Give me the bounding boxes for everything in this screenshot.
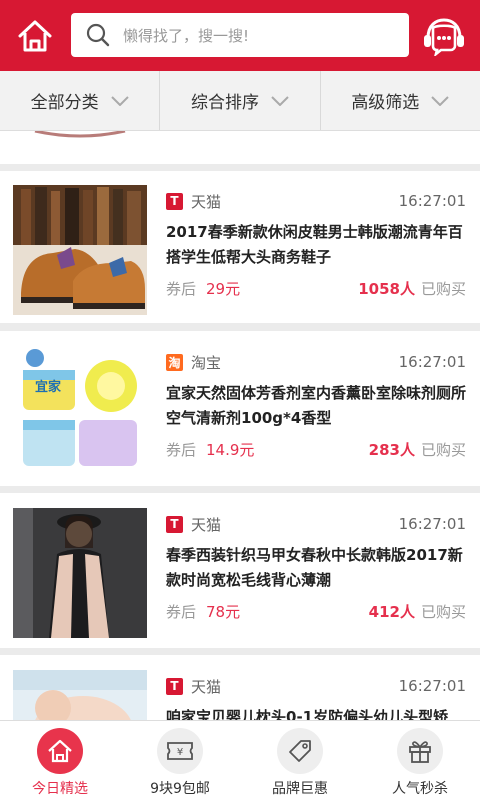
chevron-down-icon — [271, 95, 289, 106]
product-title[interactable]: 咱家宝贝婴儿枕头0-1岁防偏头幼儿头型矫 — [166, 705, 466, 720]
after-coupon-label: 券后 — [166, 279, 197, 298]
filter-bar: 全部分类 综合排序 高级筛选 — [0, 71, 480, 131]
filter-category-label: 全部分类 — [30, 93, 99, 113]
product-info: T 天猫 16:27:01 2017春季新款休闲皮鞋男士韩版潮流青年百搭学生低帮… — [166, 190, 466, 302]
buyer-count: 283人 — [368, 440, 415, 459]
timestamp: 16:27:01 — [398, 677, 466, 695]
list-item[interactable]: T 天猫 16:27:01 春季西装针织马甲女春秋中长款韩版2017新款时尚宽松… — [0, 493, 480, 648]
product-image-partial — [34, 131, 126, 138]
tmall-icon: T — [166, 192, 183, 210]
ticket-icon: ¥ — [167, 742, 193, 760]
filter-advanced-label: 高级筛选 — [351, 93, 420, 113]
product-info: T 天猫 16:27:01 咱家宝贝婴儿枕头0-1岁防偏头幼儿头型矫 — [166, 675, 466, 720]
tab-flash-sale[interactable]: 人气秒杀 — [360, 721, 480, 800]
search-input[interactable]: 懒得找了，搜一搜! — [123, 25, 249, 46]
product-title[interactable]: 宜家天然固体芳香剂室内香薰卧室除味剂厕所空气清新剂100g*4香型 — [166, 381, 466, 431]
product-image-brand: 宜家 — [35, 380, 62, 395]
product-image: 宜家 — [13, 346, 147, 476]
tab-label: 今日精选 — [32, 781, 88, 797]
tab-today-picks[interactable]: 今日精选 — [0, 721, 120, 800]
home-icon — [18, 20, 52, 52]
list-item[interactable]: T 天猫 16:27:01 2017春季新款休闲皮鞋男士韩版潮流青年百搭学生低帮… — [0, 171, 480, 323]
chevron-down-icon — [110, 95, 129, 106]
price: 14.9元 — [206, 440, 255, 459]
search-icon — [86, 23, 110, 47]
product-image — [13, 185, 147, 315]
price: 78元 — [206, 602, 241, 621]
timestamp: 16:27:01 — [398, 192, 466, 210]
tag-icon — [289, 740, 311, 762]
tab-label: 9块9包邮 — [150, 781, 210, 797]
tab-brand-deals[interactable]: 品牌巨惠 — [240, 721, 360, 800]
bought-label: 已购买 — [420, 279, 466, 298]
shop-name: 淘宝 — [191, 353, 222, 372]
product-image — [13, 508, 147, 638]
home-button[interactable] — [14, 16, 56, 56]
price: 29元 — [206, 279, 241, 298]
list-item[interactable]: T 天猫 16:27:01 咱家宝贝婴儿枕头0-1岁防偏头幼儿头型矫 — [0, 655, 480, 720]
gift-icon — [409, 741, 431, 763]
tab-label: 品牌巨惠 — [272, 781, 328, 797]
buyer-count: 1058人 — [358, 279, 415, 298]
tmall-icon: T — [166, 677, 183, 695]
product-info: T 天猫 16:27:01 春季西装针织马甲女春秋中长款韩版2017新款时尚宽松… — [166, 513, 466, 625]
filter-category[interactable]: 全部分类 — [0, 71, 161, 130]
customer-service-button[interactable] — [420, 14, 468, 58]
timestamp: 16:27:01 — [398, 353, 466, 371]
taobao-icon: 淘 — [166, 353, 183, 371]
tab-nine-yuan[interactable]: ¥ 9块9包邮 — [120, 721, 240, 800]
tab-label: 人气秒杀 — [392, 781, 448, 797]
shop-name: 天猫 — [191, 192, 222, 211]
bought-label: 已购买 — [420, 440, 466, 459]
shop-name: 天猫 — [191, 515, 222, 534]
list-item[interactable]: 宜家 淘 淘宝 16:27:01 宜家天然固体芳香剂室内香薰卧室除味剂厕所空气清… — [0, 331, 480, 486]
product-list[interactable]: T 天猫 16:27:01 2017春季新款休闲皮鞋男士韩版潮流青年百搭学生低帮… — [0, 131, 480, 720]
bottom-tab-bar: 今日精选 ¥ 9块9包邮 品牌巨惠 人气秒杀 — [0, 720, 480, 800]
bought-label: 已购买 — [420, 602, 466, 621]
chevron-down-icon — [431, 95, 450, 106]
product-title[interactable]: 2017春季新款休闲皮鞋男士韩版潮流青年百搭学生低帮大头商务鞋子 — [166, 220, 466, 270]
customer-service-icon — [424, 18, 464, 56]
filter-sort[interactable]: 综合排序 — [160, 71, 321, 130]
filter-advanced[interactable]: 高级筛选 — [321, 71, 480, 130]
buyer-count: 412人 — [368, 602, 415, 621]
shop-name: 天猫 — [191, 677, 222, 696]
timestamp: 16:27:01 — [398, 515, 466, 533]
product-image — [13, 670, 147, 720]
after-coupon-label: 券后 — [166, 440, 197, 459]
top-bar: 懒得找了，搜一搜! — [0, 0, 480, 71]
filter-sort-label: 综合排序 — [190, 93, 259, 113]
tmall-icon: T — [166, 515, 183, 533]
product-info: 淘 淘宝 16:27:01 宜家天然固体芳香剂室内香薰卧室除味剂厕所空气清新剂1… — [166, 351, 466, 463]
after-coupon-label: 券后 — [166, 602, 197, 621]
search-bar[interactable]: 懒得找了，搜一搜! — [71, 13, 409, 57]
product-title[interactable]: 春季西装针织马甲女春秋中长款韩版2017新款时尚宽松毛线背心薄潮 — [166, 543, 466, 593]
home-icon — [48, 739, 72, 763]
list-item-partial[interactable] — [0, 131, 480, 164]
svg-text:¥: ¥ — [177, 747, 183, 758]
